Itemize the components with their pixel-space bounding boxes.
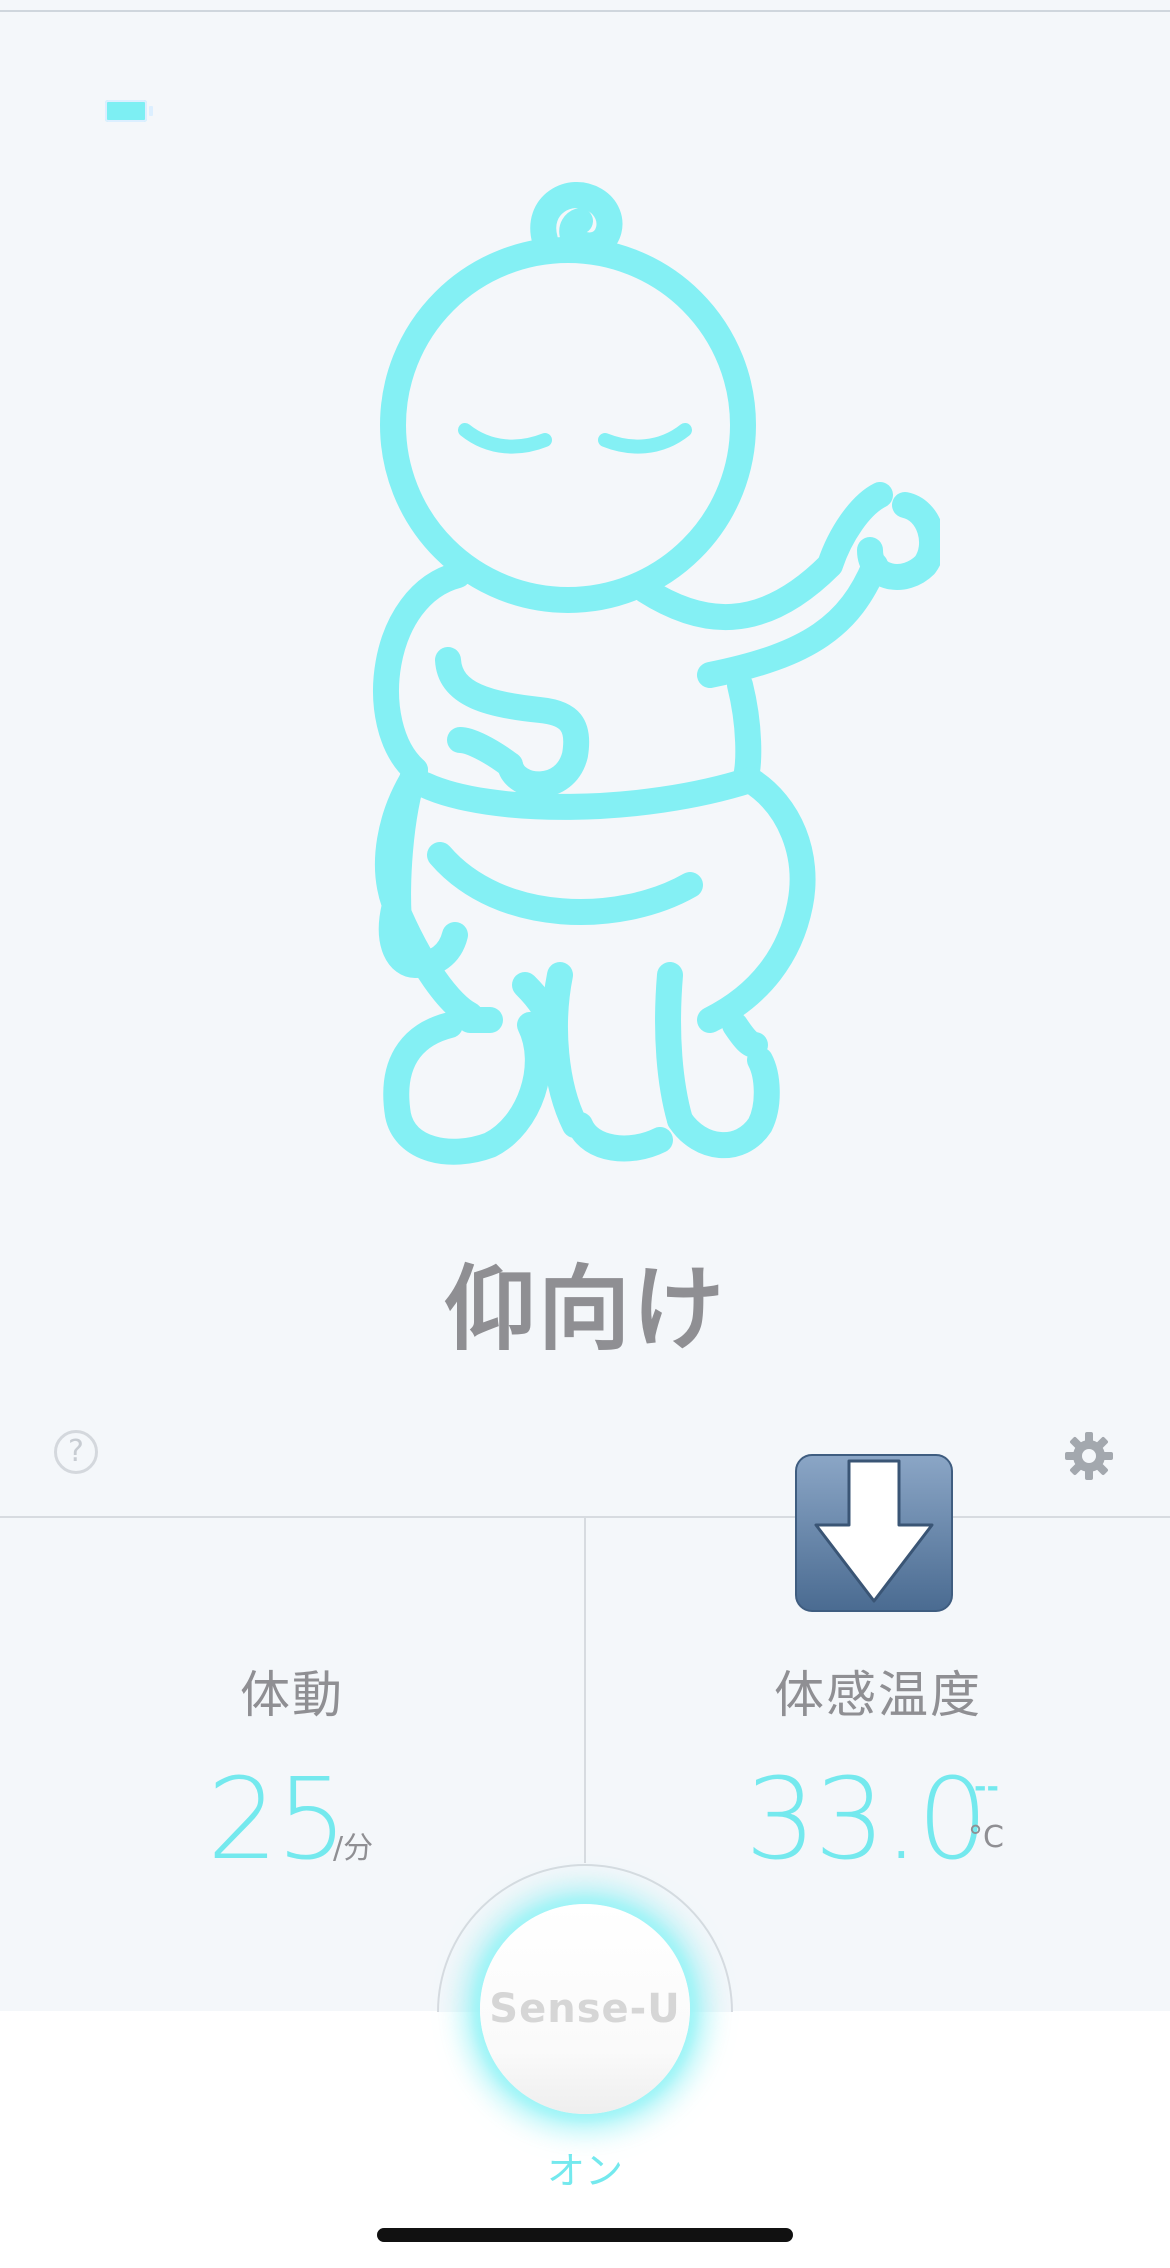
temperature-label: 体感温度	[774, 1666, 982, 1724]
question-circle-icon[interactable]: ?	[54, 1430, 98, 1474]
movement-label: 体動	[240, 1666, 344, 1724]
device-state-label: オン	[546, 2149, 623, 2193]
movement-unit: /分	[333, 1831, 374, 1866]
temperature-trend: --	[974, 1770, 999, 1805]
battery-icon	[105, 100, 153, 122]
temperature-unit: °C	[968, 1820, 1004, 1855]
movement-value: 25	[207, 1755, 348, 1885]
gear-icon[interactable]	[1063, 1430, 1115, 1482]
download-arrow-icon[interactable]	[794, 1453, 954, 1613]
baby-sleeping-icon	[373, 182, 940, 1165]
top-divider	[0, 10, 1170, 12]
sense-u-button[interactable]: Sense-U	[480, 1904, 690, 2114]
home-indicator[interactable]	[377, 2228, 793, 2242]
temperature-value: 33.0	[745, 1755, 988, 1885]
sense-u-label: Sense-U	[489, 1986, 681, 2032]
posture-label: 仰向け	[443, 1256, 726, 1363]
